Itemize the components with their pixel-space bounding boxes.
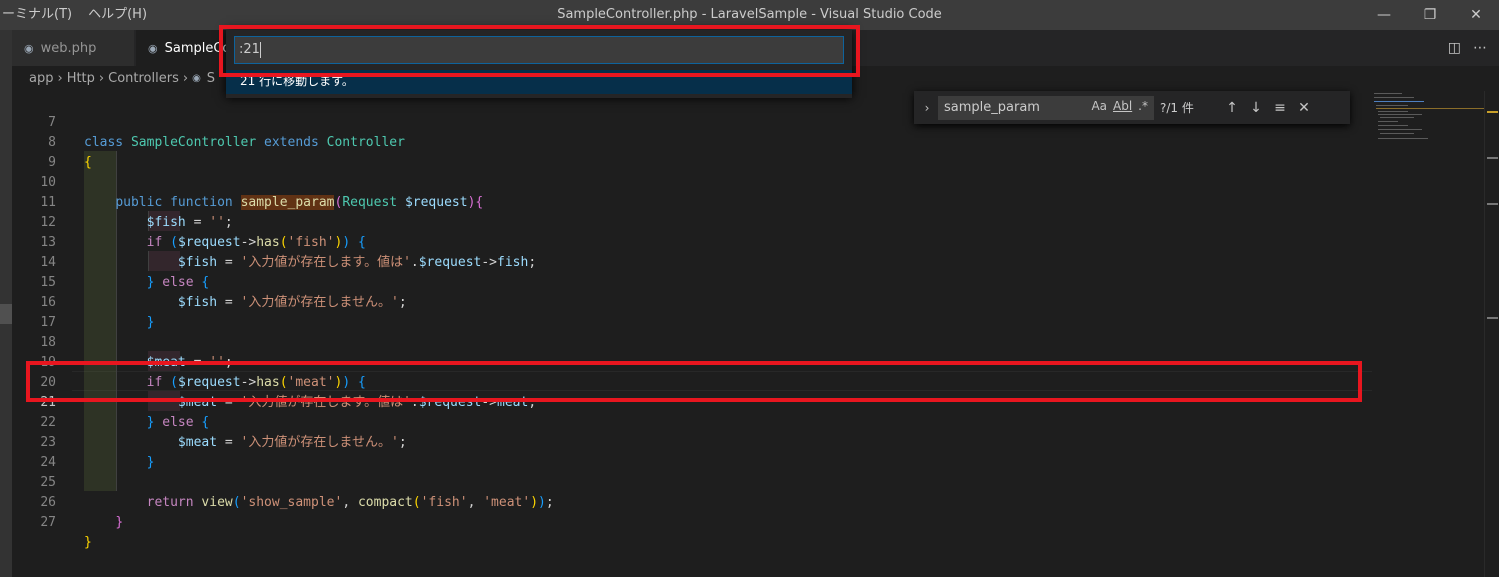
regex-icon[interactable]: .*	[1138, 99, 1148, 113]
php-file-icon: ◉	[24, 41, 34, 55]
find-result-count: ?/1 件	[1160, 101, 1194, 115]
code-line: 25 return view('show_sample', compact('f…	[12, 453, 1372, 510]
code-line: 20 $meat = '入力値が存在します。値は'.$request->meat…	[12, 353, 1372, 410]
editor-actions: ◫ ⋯	[1448, 30, 1487, 66]
minimap-line	[1380, 117, 1414, 118]
line-number: 27	[40, 515, 56, 530]
code-line: 18 $meat = '';	[12, 313, 1372, 370]
more-actions-icon[interactable]: ⋯	[1473, 40, 1487, 56]
code-line: 14 } else {	[12, 233, 1372, 290]
code-line: 17	[12, 293, 1372, 330]
code-line: 15 $fish = '入力値が存在しません。';	[12, 253, 1372, 310]
menu-bar: ーミナル(T) ヘルプ(H)	[0, 0, 155, 30]
breadcrumb-item[interactable]: Controllers	[108, 71, 179, 86]
code-line: 22 $meat = '入力値が存在しません。';	[12, 393, 1372, 450]
arrow-down-icon[interactable]: ↓	[1244, 100, 1268, 116]
code-line: 19 if ($request->has('meat')) {	[12, 333, 1372, 390]
menu-help[interactable]: ヘルプ(H)	[80, 0, 155, 30]
code-line: 9	[12, 133, 1372, 170]
close-icon[interactable]: ✕	[1292, 100, 1316, 116]
text-caret	[259, 41, 261, 58]
code-line: 16 }	[12, 273, 1372, 330]
code-line-current: 21 } else {	[12, 373, 1372, 430]
code-editor[interactable]: 7 class SampleController extends Control…	[12, 91, 1499, 577]
split-editor-icon[interactable]: ◫	[1448, 40, 1461, 56]
arrow-up-icon[interactable]: ↑	[1220, 100, 1244, 116]
code-line: 27 }	[12, 493, 1372, 550]
scrollbar-marker	[1487, 203, 1498, 205]
scrollbar-marker	[1487, 317, 1498, 319]
breadcrumb-item[interactable]: app	[29, 71, 53, 86]
code-line: 26 }	[12, 473, 1372, 530]
minimap-line	[1376, 108, 1484, 109]
code-line: 24	[12, 433, 1372, 470]
toggle-replace-icon[interactable]: ›	[918, 101, 936, 115]
window-title: SampleController.php - LaravelSample - V…	[557, 7, 942, 22]
chevron-right-icon: ›	[182, 71, 189, 86]
vertical-scrollbar[interactable]	[1484, 91, 1499, 577]
title-bar: ーミナル(T) ヘルプ(H) SampleController.php - La…	[0, 0, 1499, 30]
code-line: 12 if ($request->has('fish')) {	[12, 193, 1372, 250]
php-file-icon: ◉	[192, 73, 201, 84]
find-widget: › sample_param Aa Abl .* ?/1 件 ↑ ↓ ≡ ✕	[914, 91, 1350, 124]
minimap-line	[1378, 129, 1422, 130]
breadcrumb-item[interactable]: S	[207, 71, 215, 86]
find-input[interactable]: sample_param Aa Abl .*	[938, 95, 1154, 120]
restore-icon[interactable]: ❐	[1407, 0, 1453, 30]
minimize-icon[interactable]: —	[1361, 0, 1407, 30]
minimap-line	[1378, 114, 1422, 115]
match-case-icon[interactable]: Aa	[1091, 99, 1107, 113]
close-window-icon[interactable]: ✕	[1453, 0, 1499, 30]
find-query: sample_param	[944, 100, 1040, 115]
minimap[interactable]	[1372, 91, 1484, 151]
minimap-line	[1378, 111, 1408, 112]
code-line: 23 }	[12, 413, 1372, 470]
activity-bar	[0, 30, 12, 577]
tab-sample-controller[interactable]: ◉ SampleController.php	[136, 30, 226, 66]
quick-open-widget: :21 21 行に移動します。	[226, 30, 852, 98]
scrollbar-marker	[1487, 157, 1498, 159]
go-to-line-input[interactable]: :21	[234, 36, 844, 64]
code-line: 10 public function sample_param(Request …	[12, 153, 1372, 210]
find-in-selection-icon[interactable]: ≡	[1268, 100, 1292, 116]
menu-terminal[interactable]: ーミナル(T)	[0, 0, 80, 30]
window-controls: — ❐ ✕	[1361, 0, 1499, 30]
minimap-line	[1374, 97, 1414, 98]
minimap-line	[1378, 125, 1408, 126]
tab-web-php[interactable]: ◉ web.php	[12, 30, 134, 66]
chevron-right-icon: ›	[98, 71, 105, 86]
php-file-icon: ◉	[148, 41, 158, 55]
scrollbar-marker	[1487, 111, 1498, 113]
go-to-line-value: :21	[239, 42, 260, 57]
chevron-right-icon: ›	[57, 71, 63, 86]
line-text: }	[115, 515, 124, 530]
tab-label: web.php	[40, 40, 97, 56]
go-to-line-hint[interactable]: 21 行に移動します。	[226, 70, 852, 94]
code-line: 11 $fish = '';	[12, 173, 1372, 230]
breadcrumb-item[interactable]: Http	[67, 71, 95, 86]
minimap-line	[1380, 133, 1414, 134]
line-text: }	[84, 535, 92, 550]
minimap-line	[1378, 138, 1428, 139]
minimap-line	[1376, 105, 1408, 106]
minimap-line	[1374, 101, 1424, 102]
minimap-line	[1374, 93, 1402, 94]
whole-word-icon[interactable]: Abl	[1113, 99, 1132, 113]
find-options: Aa Abl .*	[1091, 99, 1148, 113]
code-line: 13 $fish = '入力値が存在します。値は'.$request->fish…	[12, 213, 1372, 270]
tab-label: SampleController.php	[164, 40, 226, 56]
activity-indicator	[0, 304, 12, 324]
minimap-line	[1378, 121, 1398, 122]
